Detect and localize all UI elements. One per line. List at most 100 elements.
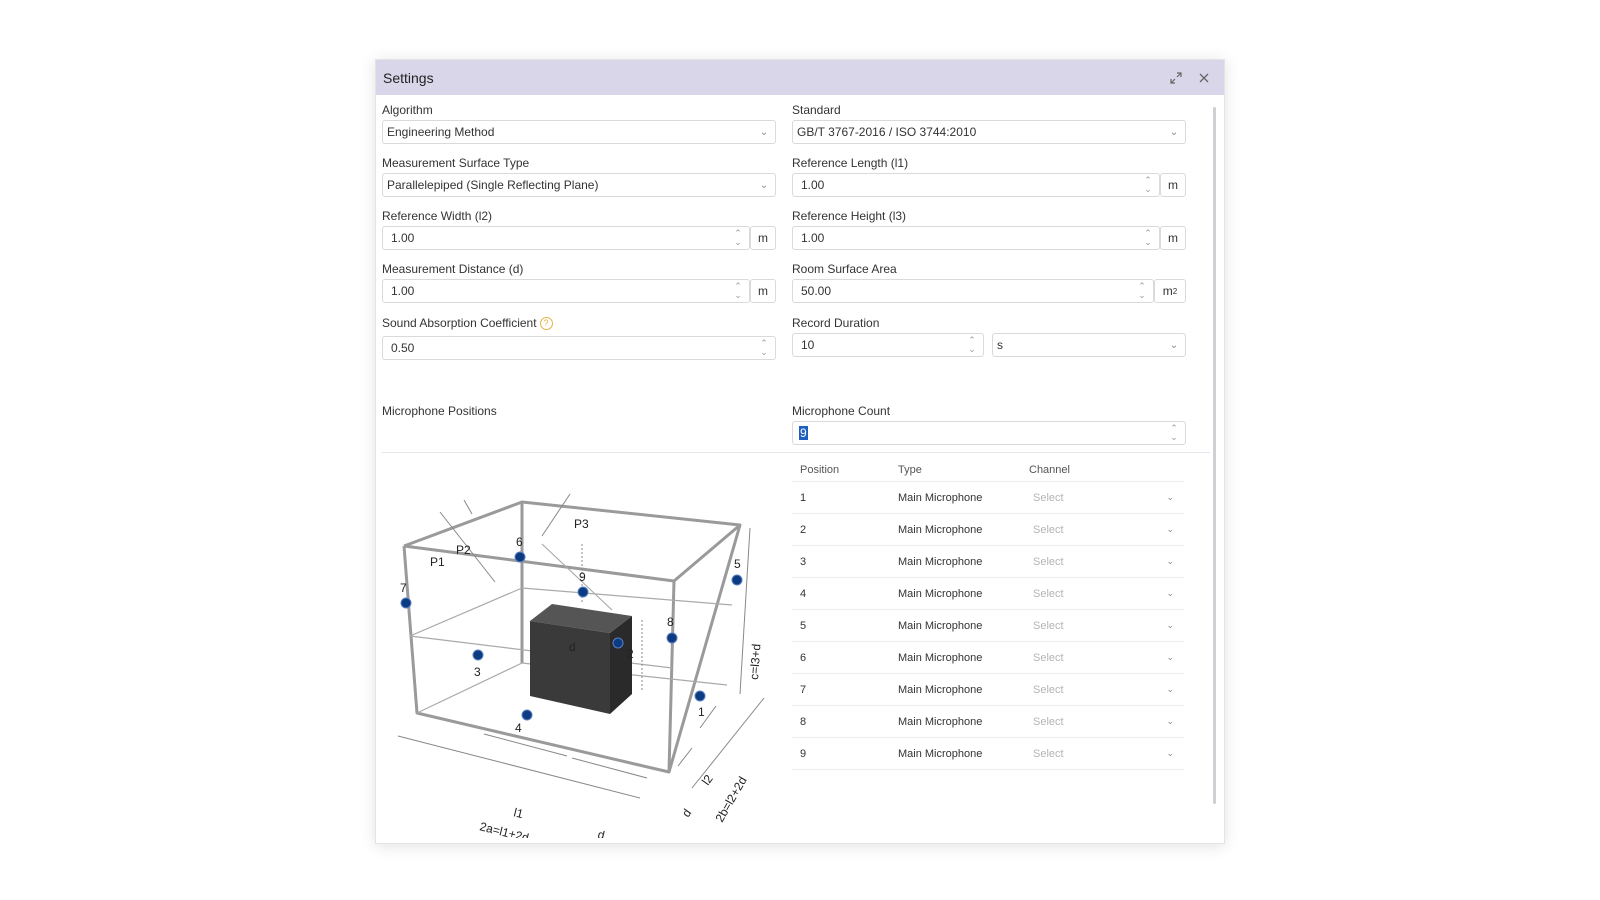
room-area-unit: m2 <box>1154 279 1186 303</box>
scrollbar[interactable] <box>1213 107 1216 804</box>
chevron-down-icon: ⌄ <box>1166 492 1174 502</box>
channel-select[interactable]: Select ⌄ <box>1029 716 1184 728</box>
label-d-top: d <box>569 640 576 654</box>
channel-select[interactable]: Select ⌄ <box>1029 492 1184 504</box>
label-6: 6 <box>516 535 523 549</box>
table-row: 6 Main Microphone Select ⌄ <box>792 642 1184 674</box>
surface-type-label: Measurement Surface Type <box>382 156 530 170</box>
ref-length-input[interactable]: 1.00 ⌃ ⌄ <box>792 173 1160 197</box>
absorption-input[interactable]: 0.50 ⌃ ⌄ <box>382 336 776 360</box>
mic-point-5[interactable] <box>731 574 743 586</box>
mic-point-1[interactable] <box>694 690 706 702</box>
label-l1: l1 <box>512 805 525 821</box>
stepper-icon[interactable]: ⌃ ⌄ <box>727 282 749 300</box>
label-1: 1 <box>698 705 705 719</box>
dialog-title: Settings <box>383 69 434 86</box>
header-type: Type <box>898 463 922 476</box>
channel-select[interactable]: Select ⌄ <box>1029 556 1184 568</box>
table-row: 7 Main Microphone Select ⌄ <box>792 674 1184 706</box>
chevron-down-icon: ⌄ <box>1169 126 1179 138</box>
label-b-dim: 2b=l2+2d <box>712 774 749 824</box>
meas-distance-unit: m <box>750 279 776 303</box>
stepper-icon[interactable]: ⌃ ⌄ <box>1137 229 1159 247</box>
ref-width-unit: m <box>750 226 776 250</box>
label-2: 2 <box>627 647 634 661</box>
stepper-icon[interactable]: ⌃ ⌄ <box>727 229 749 247</box>
label-4: 4 <box>515 721 522 735</box>
ref-height-unit: m <box>1160 226 1186 250</box>
mic-point-7[interactable] <box>400 597 412 609</box>
algorithm-label: Algorithm <box>382 103 433 117</box>
settings-dialog: Settings Algorithm Engineering Method ⌄ … <box>375 59 1225 844</box>
ref-length-unit: m <box>1160 173 1186 197</box>
label-p2: P2 <box>456 543 471 557</box>
record-duration-input[interactable]: 10 ⌃ ⌄ <box>792 333 984 357</box>
mic-point-3[interactable] <box>472 649 484 661</box>
channel-select[interactable]: Select ⌄ <box>1029 684 1184 696</box>
expand-icon[interactable] <box>1169 71 1183 85</box>
mic-point-8[interactable] <box>666 632 678 644</box>
label-5: 5 <box>734 557 741 571</box>
room-area-label: Room Surface Area <box>792 262 897 276</box>
table-row: 5 Main Microphone Select ⌄ <box>792 610 1184 642</box>
mic-count-input[interactable]: 9 ⌃ ⌄ <box>792 421 1186 445</box>
table-row: 9 Main Microphone Select ⌄ <box>792 738 1184 770</box>
ref-height-input[interactable]: 1.00 ⌃ ⌄ <box>792 226 1160 250</box>
stepper-icon[interactable]: ⌃ ⌄ <box>961 336 983 354</box>
section-divider <box>382 452 1210 453</box>
meas-distance-input[interactable]: 1.00 ⌃ ⌄ <box>382 279 750 303</box>
stepper-icon[interactable]: ⌃ ⌄ <box>1163 424 1185 442</box>
mic-table-header: Position Type Channel <box>792 458 1184 482</box>
chevron-down-icon: ⌄ <box>759 179 769 191</box>
table-row: 3 Main Microphone Select ⌄ <box>792 546 1184 578</box>
table-row: 1 Main Microphone Select ⌄ <box>792 482 1184 514</box>
chevron-down-icon: ⌄ <box>1166 716 1174 726</box>
mic-positions-label: Microphone Positions <box>382 404 497 418</box>
channel-select[interactable]: Select ⌄ <box>1029 524 1184 536</box>
label-a-dim: 2a=l1+2d <box>478 819 530 838</box>
dialog-titlebar: Settings <box>376 60 1224 95</box>
label-p1: P1 <box>430 555 445 569</box>
room-area-input[interactable]: 50.00 ⌃ ⌄ <box>792 279 1154 303</box>
standard-label: Standard <box>792 103 841 117</box>
mic-point-9[interactable] <box>577 586 589 598</box>
microphone-position-diagram: 1 2 3 4 5 6 7 8 9 P1 P2 P3 d c=l3+d l1 2… <box>397 493 765 838</box>
chevron-down-icon: ⌄ <box>1166 588 1174 598</box>
record-duration-label: Record Duration <box>792 316 880 330</box>
chevron-down-icon: ⌄ <box>759 126 769 138</box>
table-row: 2 Main Microphone Select ⌄ <box>792 514 1184 546</box>
ref-height-label: Reference Height (l3) <box>792 209 907 223</box>
mic-point-6[interactable] <box>514 551 526 563</box>
label-d-side: d <box>679 806 694 820</box>
meas-distance-label: Measurement Distance (d) <box>382 262 524 276</box>
record-duration-unit-select[interactable]: s ⌄ <box>992 333 1186 357</box>
surface-type-select[interactable]: Parallelepiped (Single Reflecting Plane)… <box>382 173 776 197</box>
header-channel: Channel <box>1029 463 1070 476</box>
label-l2: l2 <box>699 772 716 788</box>
chevron-down-icon: ⌄ <box>1166 524 1174 534</box>
standard-select[interactable]: GB/T 3767-2016 / ISO 3744:2010 ⌄ <box>792 120 1186 144</box>
channel-select[interactable]: Select ⌄ <box>1029 588 1184 600</box>
mic-point-2[interactable] <box>612 637 624 649</box>
label-7: 7 <box>400 581 407 595</box>
sound-source-box <box>530 604 632 714</box>
label-p3: P3 <box>574 517 589 531</box>
chevron-down-icon: ⌄ <box>1169 339 1179 351</box>
close-icon[interactable] <box>1197 71 1211 85</box>
channel-select[interactable]: Select ⌄ <box>1029 652 1184 664</box>
algorithm-select[interactable]: Engineering Method ⌄ <box>382 120 776 144</box>
chevron-down-icon: ⌄ <box>1166 620 1174 630</box>
ref-width-input[interactable]: 1.00 ⌃ ⌄ <box>382 226 750 250</box>
channel-select[interactable]: Select ⌄ <box>1029 620 1184 632</box>
chevron-down-icon: ⌄ <box>1166 748 1174 758</box>
channel-select[interactable]: Select ⌄ <box>1029 748 1184 760</box>
table-row: 4 Main Microphone Select ⌄ <box>792 578 1184 610</box>
stepper-icon[interactable]: ⌃ ⌄ <box>1131 282 1153 300</box>
ref-width-label: Reference Width (l2) <box>382 209 493 223</box>
help-icon[interactable]: ? <box>539 317 553 331</box>
ref-length-label: Reference Length (l1) <box>792 156 909 170</box>
stepper-icon[interactable]: ⌃ ⌄ <box>1137 176 1159 194</box>
stepper-icon[interactable]: ⌃ ⌄ <box>753 339 775 357</box>
mic-count-label: Microphone Count <box>792 404 891 418</box>
mic-point-4[interactable] <box>521 709 533 721</box>
